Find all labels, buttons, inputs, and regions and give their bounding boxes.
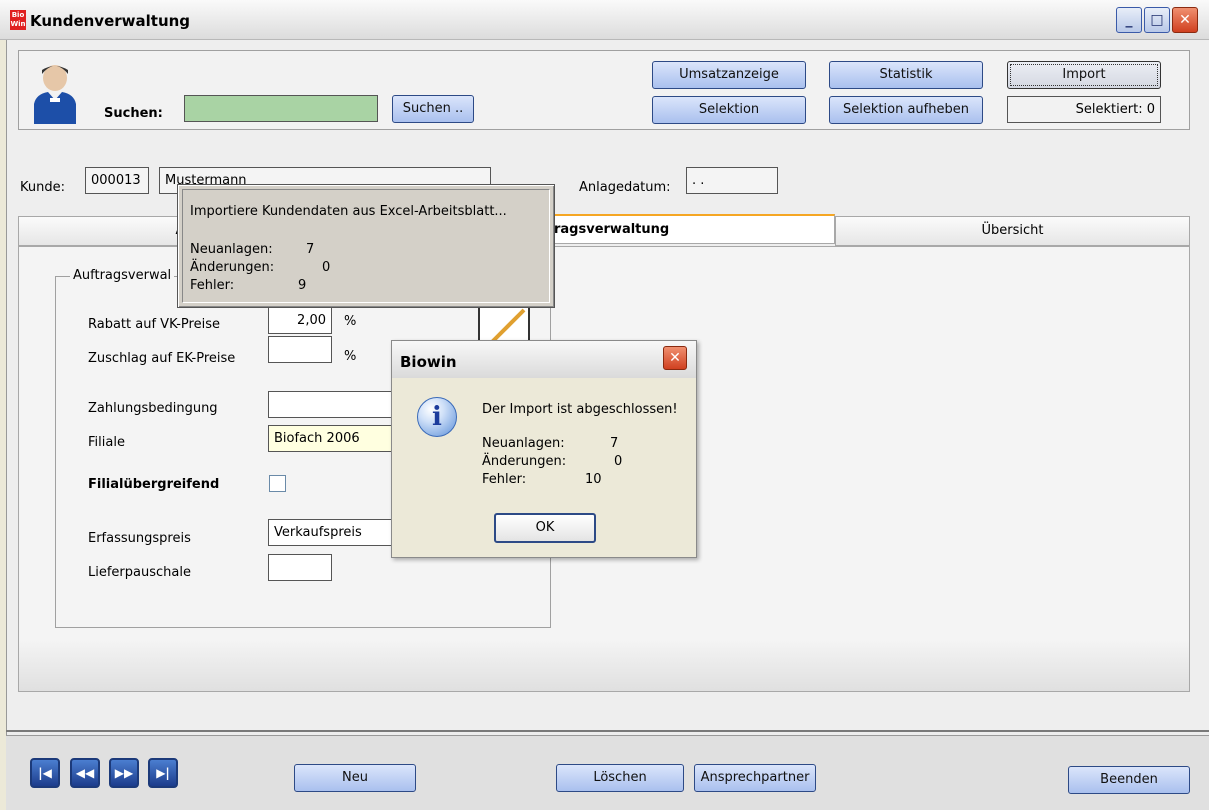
progress-fehler-label: Fehler: xyxy=(190,278,235,293)
progress-fehler-value: 9 xyxy=(298,278,307,293)
kunde-label: Kunde: xyxy=(20,180,65,195)
dialog-message: Der Import ist abgeschlossen! xyxy=(482,402,678,417)
dialog-neuanlagen-value: 7 xyxy=(610,436,619,451)
maximize-button[interactable]: □ xyxy=(1144,7,1170,33)
selektion-aufheben-button[interactable]: Selektion aufheben xyxy=(829,96,983,124)
tab-uebersicht[interactable]: Übersicht xyxy=(835,216,1190,246)
window-title: Kundenverwaltung xyxy=(30,12,191,30)
filiale-label: Filiale xyxy=(88,435,125,450)
filialuebergreifend-checkbox[interactable] xyxy=(269,475,286,492)
zuschlag-percent: % xyxy=(344,349,357,364)
ok-button[interactable]: OK xyxy=(494,513,596,543)
prev-record-button[interactable]: ◀◀ xyxy=(70,758,100,788)
search-input[interactable] xyxy=(184,95,378,122)
lieferpauschale-label: Lieferpauschale xyxy=(88,565,191,580)
dialog-aenderungen-value: 0 xyxy=(614,454,623,469)
erfassungspreis-select[interactable]: Verkaufspreis xyxy=(268,519,398,546)
anlagedatum-label: Anlagedatum: xyxy=(579,180,671,195)
user-avatar-icon xyxy=(34,65,76,124)
progress-neuanlagen-value: 7 xyxy=(306,242,315,257)
ansprechpartner-button[interactable]: Ansprechpartner xyxy=(694,764,816,792)
filiale-input[interactable]: Biofach 2006 xyxy=(268,425,398,452)
app-logo: Bio Win xyxy=(10,10,26,30)
beenden-button[interactable]: Beenden xyxy=(1068,766,1190,794)
search-button[interactable]: Suchen .. xyxy=(392,95,474,123)
next-record-button[interactable]: ▶▶ xyxy=(109,758,139,788)
tab-auftragsverwaltung[interactable]: ragsverwaltung xyxy=(515,214,835,244)
lieferpauschale-input[interactable] xyxy=(268,554,332,581)
dialog-title: Biowin xyxy=(400,353,457,371)
zahlung-input[interactable] xyxy=(268,391,398,418)
progress-title: Importiere Kundendaten aus Excel-Arbeits… xyxy=(190,204,507,219)
dialog-fehler-value: 10 xyxy=(585,472,602,487)
statistik-button[interactable]: Statistik xyxy=(829,61,983,89)
dialog-fehler-label: Fehler: xyxy=(482,472,527,487)
progress-aenderungen-value: 0 xyxy=(322,260,331,275)
close-button[interactable]: ✕ xyxy=(1172,7,1198,33)
progress-neuanlagen-label: Neuanlagen: xyxy=(190,242,273,257)
search-label: Suchen: xyxy=(104,106,163,121)
erfassungspreis-label: Erfassungspreis xyxy=(88,531,191,546)
kunde-number-field[interactable]: 000013 xyxy=(85,167,149,194)
pencil-icon[interactable] xyxy=(478,304,530,344)
first-record-button[interactable]: |◀ xyxy=(30,758,60,788)
footer-separator xyxy=(6,730,1209,732)
minimize-button[interactable]: _ xyxy=(1116,7,1142,33)
dialog-aenderungen-label: Änderungen: xyxy=(482,454,567,469)
last-record-button[interactable]: ▶| xyxy=(148,758,178,788)
rabatt-input[interactable]: 2,00 xyxy=(268,307,332,334)
tab-body-footer xyxy=(19,640,1189,691)
neu-button[interactable]: Neu xyxy=(294,764,416,792)
selektiert-counter: Selektiert: 0 xyxy=(1007,96,1161,123)
group-label: Auftragsverwal xyxy=(70,268,175,283)
import-button[interactable]: Import xyxy=(1007,61,1161,89)
loeschen-button[interactable]: Löschen xyxy=(556,764,684,792)
zuschlag-input[interactable] xyxy=(268,336,332,363)
zuschlag-label: Zuschlag auf EK-Preise xyxy=(88,351,236,366)
umsatzanzeige-button[interactable]: Umsatzanzeige xyxy=(652,61,806,89)
selektion-button[interactable]: Selektion xyxy=(652,96,806,124)
filialuebergreifend-label: Filialübergreifend xyxy=(88,477,220,492)
dialog-close-button[interactable]: ✕ xyxy=(663,346,687,370)
zahlung-label: Zahlungsbedingung xyxy=(88,401,218,416)
dialog-neuanlagen-label: Neuanlagen: xyxy=(482,436,565,451)
rabatt-percent: % xyxy=(344,314,357,329)
info-icon: i xyxy=(417,397,457,437)
progress-aenderungen-label: Änderungen: xyxy=(190,260,275,275)
rabatt-label: Rabatt auf VK-Preise xyxy=(88,317,220,332)
anlagedatum-field[interactable]: . . xyxy=(686,167,778,194)
